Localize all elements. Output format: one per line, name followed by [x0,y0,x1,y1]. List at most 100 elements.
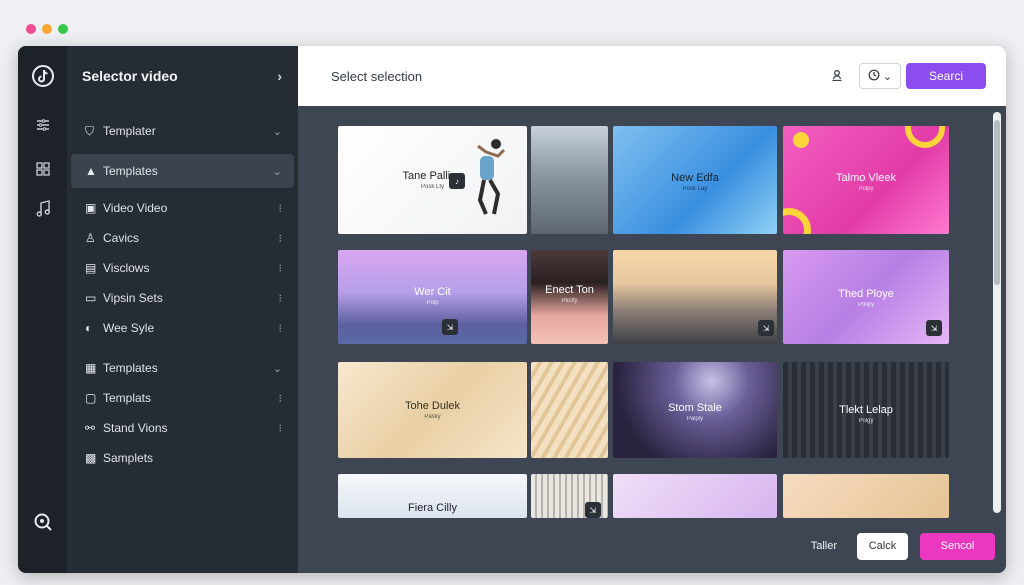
sidebar-item-label: Samplets [103,451,154,465]
sun-shape-icon [793,132,809,148]
sidebar-item[interactable]: ▢ Templats ⁝ [71,381,294,415]
clock-icon [868,69,880,84]
template-card[interactable]: Wer Cit Polp ⇲ [338,250,527,344]
card-subtitle: Pkclty [561,298,578,304]
person-icon: ♙ [85,231,96,245]
dancer-figure-icon [477,139,506,215]
template-card[interactable]: Tane Palling Posk Lty ♪ [338,126,527,234]
sidebar-item-label: Vipsin Sets [103,291,163,305]
card-title: Tohe Dulek [404,400,461,412]
ring-shape-icon [905,126,945,148]
item-menu-icon[interactable]: ⁝ [279,392,283,405]
chevron-down-icon: ⌄ [882,70,893,83]
item-menu-icon[interactable]: ⌄ [273,165,282,178]
item-menu-icon[interactable]: ⁝ [279,422,283,435]
card-subtitle: Polpy [858,186,874,192]
grid-icon[interactable] [18,161,67,182]
sidebar-item[interactable]: ⚯ Stand Vions ⁝ [71,411,294,445]
template-card[interactable]: Stom Stale Palply [613,362,777,458]
sidebar-item[interactable]: ♙ Cavics ⁝ [71,221,294,255]
template-card[interactable] [613,474,777,518]
sidebar-item[interactable]: ▩ Samplets [71,441,294,475]
sidebar-item[interactable]: ⛉ Templater ⌄ [71,114,294,148]
sidebar-title: Selector video [82,68,178,84]
template-card[interactable]: Thed Ploye Polipy ⇲ [783,250,949,344]
template-card[interactable]: Talmo Vleek Polpy [783,126,949,234]
search-zoom-icon[interactable] [18,512,67,537]
sidebar-item[interactable]: ▣ Video Video ⁝ [71,191,294,225]
template-card[interactable]: Tlekt Lelap Polgy [783,362,949,458]
template-card[interactable] [783,474,949,518]
item-menu-icon[interactable]: ⁝ [279,232,283,245]
template-card[interactable]: ⇲ [613,250,777,344]
sidebar-item[interactable]: ◐ Wee Syle ⁝ [71,311,294,345]
item-menu-icon[interactable]: ⁝ [279,322,283,335]
cancel-button[interactable]: Calck [857,532,908,560]
chevron-right-icon[interactable]: › [277,68,282,84]
footer-link[interactable]: Taller [811,540,837,552]
template-grid-icon: ▦ [85,361,97,375]
sidebar-item-label: Templats [103,391,152,405]
clock-filter-dropdown[interactable]: ⌄ [859,63,901,89]
close-window-dot[interactable] [26,24,36,34]
sidebar-item-label: Templates [103,361,158,375]
card-title: Tlekt Lelap [839,404,893,416]
scrollbar-thumb[interactable] [994,120,1000,285]
template-card[interactable]: Tohe Dulek Pasky [338,362,527,458]
card-subtitle: Pasky [424,414,441,420]
card-title: Talmo Vleek [836,172,896,184]
music-note-icon[interactable] [18,200,67,223]
sidebar-header[interactable]: Selector video › [67,46,298,106]
sets-icon: ▭ [85,291,97,305]
sidebar-item-label: Video Video [103,201,168,215]
template-icon: ▲ [85,164,97,178]
item-menu-icon[interactable]: ⁝ [279,262,283,275]
card-title: Stom Stale [668,402,722,414]
sidebar-item[interactable]: ▭ Vipsin Sets ⁝ [71,281,294,315]
template-card[interactable]: Fiera Cilly [338,474,527,518]
card-title: Fiera Cilly [408,502,457,514]
footer-bar: Taller Calck Sencol [298,519,1006,573]
card-title: Enect Ton [545,284,594,296]
minimize-window-dot[interactable] [42,24,52,34]
item-menu-icon[interactable]: ⌄ [273,125,282,138]
maximize-window-dot[interactable] [58,24,68,34]
sidebar-item[interactable]: ▲ Templates ⌄ [71,154,294,188]
video-badge-icon: ⇲ [926,320,942,336]
sidebar-item-label: Cavics [103,231,140,245]
sidebar-item-label: Templater [103,124,156,138]
scrollbar[interactable] [993,112,1001,513]
search-button[interactable]: Searci [906,63,986,89]
template-card[interactable] [531,126,608,234]
video-badge-icon: ♪ [449,173,465,189]
template-card[interactable] [531,362,608,458]
folder-icon: ⛉ [85,123,95,138]
user-icon[interactable] [831,69,843,84]
card-subtitle: Polp [426,300,439,306]
sidebar-item[interactable]: ▦ Templates ⌄ [71,351,294,385]
main-panel: Select selection ⌄ Searci Tane Palling Po… [298,46,1006,573]
template-card[interactable]: New Edfa Posk Lay [613,126,777,234]
card-subtitle: Palply [686,416,704,422]
app-window: Selector video › ⛉ Templater ⌄ ▲ Templates ⌄ ▣… [18,46,1006,573]
link-icon: ⚯ [85,421,96,435]
sidebar-item-label: Templates [103,164,158,178]
send-button[interactable]: Sencol [920,532,995,560]
card-title: New Edfa [671,172,719,184]
template-card[interactable]: Enect TonPkclty⇲ [531,250,608,344]
video-badge-icon: ⇲ [585,502,601,518]
video-badge-icon: ⇲ [758,320,774,336]
item-menu-icon[interactable]: ⁝ [279,202,283,215]
card-subtitle: Polipy [857,302,875,308]
template-grid: Tane Palling Posk Lty ♪ New Edfa Posk Lay Tal… [298,106,1006,519]
icon-rail [18,46,67,573]
tiktok-logo-icon[interactable] [18,64,67,93]
style-icon: ◐ [85,321,93,335]
page-title: Select selection [331,68,423,84]
sidebar-item[interactable]: ▤ Visclows ⁝ [71,251,294,285]
template-card[interactable]: ⇲ [531,474,608,518]
item-menu-icon[interactable]: ⁝ [279,292,283,305]
sliders-icon[interactable] [18,117,67,138]
item-menu-icon[interactable]: ⌄ [273,362,282,375]
card-subtitle: Polgy [858,418,874,424]
